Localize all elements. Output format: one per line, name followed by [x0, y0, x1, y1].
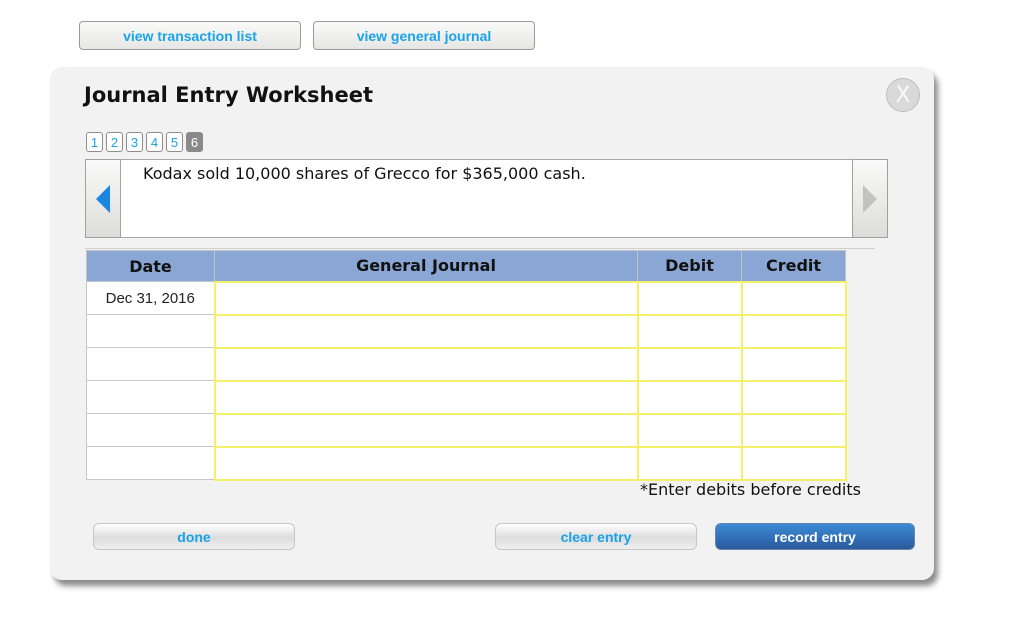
- date-cell: [86, 347, 215, 381]
- header-general-journal: General Journal: [214, 250, 638, 282]
- transaction-description: Kodax sold 10,000 shares of Grecco for $…: [143, 164, 586, 183]
- date-cell: [86, 446, 215, 480]
- table-row: [86, 412, 847, 448]
- credit-cell: [740, 379, 847, 415]
- credit-input[interactable]: [742, 447, 845, 479]
- account-cell: [213, 412, 639, 448]
- page-1-button[interactable]: 1: [86, 132, 103, 152]
- account-cell: [213, 280, 639, 316]
- credit-input[interactable]: [742, 381, 845, 413]
- table-row: [86, 379, 847, 415]
- credit-cell: [740, 313, 847, 349]
- close-button[interactable]: X: [886, 78, 920, 112]
- date-cell: [86, 413, 215, 447]
- debit-cell: [636, 280, 743, 316]
- credit-input[interactable]: [742, 348, 845, 380]
- account-cell: [213, 379, 639, 415]
- debit-input[interactable]: [638, 282, 741, 314]
- table-header-row: Date General Journal Debit Credit: [86, 250, 846, 282]
- debit-cell: [636, 445, 743, 481]
- header-debit: Debit: [637, 250, 742, 282]
- debit-cell: [636, 379, 743, 415]
- dialog-title: Journal Entry Worksheet: [84, 83, 374, 107]
- account-cell: [213, 313, 639, 349]
- done-button[interactable]: done: [93, 523, 295, 550]
- date-cell: [86, 380, 215, 414]
- transaction-description-box: Kodax sold 10,000 shares of Grecco for $…: [85, 159, 888, 238]
- credit-input[interactable]: [742, 414, 845, 446]
- debit-input[interactable]: [638, 447, 741, 479]
- credit-input[interactable]: [742, 315, 845, 347]
- clear-entry-button[interactable]: clear entry: [495, 523, 697, 550]
- credit-input[interactable]: [742, 282, 845, 314]
- debit-input[interactable]: [638, 381, 741, 413]
- debits-before-credits-note: *Enter debits before credits: [640, 480, 861, 499]
- table-row: Dec 31, 2016: [86, 280, 847, 316]
- arrow-left-icon: [96, 184, 110, 213]
- journal-entry-dialog: Journal Entry Worksheet X 1 2 3 4 5 6 Ko…: [50, 67, 934, 580]
- credit-cell: [740, 445, 847, 481]
- table-row: [86, 445, 847, 481]
- account-cell: [213, 346, 639, 382]
- transaction-pager: 1 2 3 4 5 6: [86, 132, 203, 152]
- debit-input[interactable]: [638, 315, 741, 347]
- previous-transaction-button[interactable]: [85, 159, 121, 238]
- header-date: Date: [86, 250, 215, 282]
- date-cell: Dec 31, 2016: [86, 281, 215, 315]
- page-6-button-active[interactable]: 6: [186, 132, 203, 152]
- date-cell: [86, 314, 215, 348]
- account-input[interactable]: [215, 282, 637, 314]
- view-general-journal-button[interactable]: view general journal: [313, 21, 535, 50]
- credit-cell: [740, 346, 847, 382]
- page-3-button[interactable]: 3: [126, 132, 143, 152]
- account-input[interactable]: [215, 381, 637, 413]
- account-input[interactable]: [215, 348, 637, 380]
- table-row: [86, 313, 847, 349]
- table-row: [86, 346, 847, 382]
- page-4-button[interactable]: 4: [146, 132, 163, 152]
- view-transaction-list-button[interactable]: view transaction list: [79, 21, 301, 50]
- debit-cell: [636, 412, 743, 448]
- account-cell: [213, 445, 639, 481]
- debit-input[interactable]: [638, 414, 741, 446]
- credit-cell: [740, 412, 847, 448]
- debit-cell: [636, 346, 743, 382]
- account-input[interactable]: [215, 315, 637, 347]
- close-icon: X: [895, 82, 911, 108]
- page-2-button[interactable]: 2: [106, 132, 123, 152]
- header-credit: Credit: [741, 250, 846, 282]
- page-5-button[interactable]: 5: [166, 132, 183, 152]
- journal-entry-table: Date General Journal Debit Credit Dec 31…: [86, 250, 847, 481]
- next-transaction-button[interactable]: [852, 159, 888, 238]
- divider: [85, 248, 875, 249]
- credit-cell: [740, 280, 847, 316]
- account-input[interactable]: [215, 414, 637, 446]
- arrow-right-icon: [863, 184, 877, 213]
- record-entry-button[interactable]: record entry: [715, 523, 915, 550]
- account-input[interactable]: [215, 447, 637, 479]
- debit-cell: [636, 313, 743, 349]
- debit-input[interactable]: [638, 348, 741, 380]
